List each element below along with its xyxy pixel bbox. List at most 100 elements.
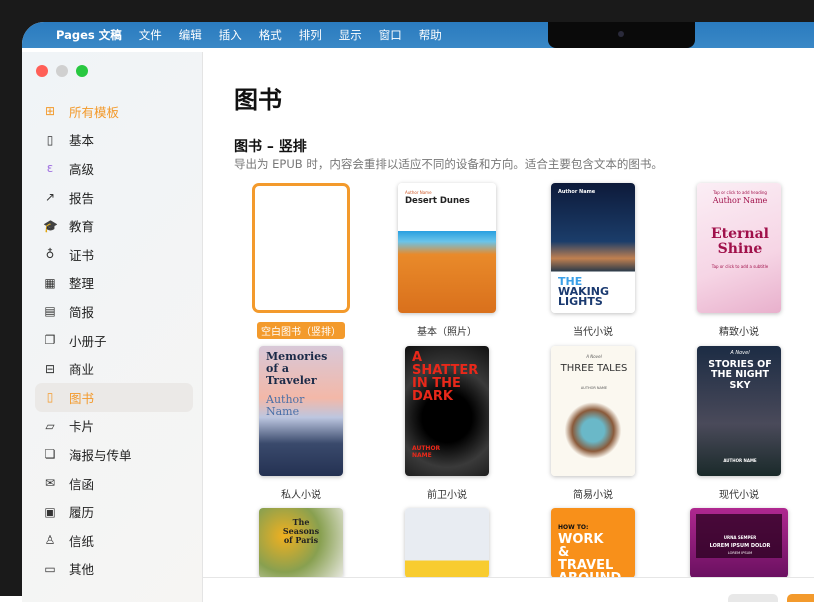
template-thumbnail[interactable]: Tap or click to add headingAuthor NameEt…	[697, 183, 781, 313]
bottom-bar	[203, 577, 814, 602]
menu-insert[interactable]: 插入	[219, 27, 242, 43]
template-item[interactable]: Memories of a TravelerAuthor Name私人小说	[231, 346, 371, 502]
template-thumbnail[interactable]	[405, 508, 489, 578]
template-thumbnail[interactable]: HOW TO:WORK & TRAVEL AROUND	[551, 508, 635, 578]
menu-arrange[interactable]: 排列	[299, 27, 322, 43]
card-icon: ▱	[43, 419, 57, 433]
sidebar-item-book[interactable]: ▯图书	[35, 383, 193, 412]
graduation-cap-icon: 🎓	[43, 219, 57, 233]
template-label: 前卫小说	[423, 485, 471, 502]
section-title: 图书 – 竖排	[234, 136, 307, 156]
template-thumbnail[interactable]	[252, 183, 350, 313]
menu-file[interactable]: 文件	[139, 27, 162, 43]
sidebar-item-label: 海报与传单	[69, 445, 132, 464]
cover-text: LOREM IPSUM DOLOR	[697, 544, 783, 550]
sidebar-item-poster[interactable]: ❏海报与传单	[35, 440, 193, 469]
cover-text: STORIES OF THE NIGHT SKY	[704, 360, 776, 391]
menu-view[interactable]: 显示	[339, 27, 362, 43]
template-label: 现代小说	[715, 485, 763, 502]
sidebar-item-chart-line[interactable]: ↗报告	[35, 183, 193, 212]
organizer-icon: ▦	[43, 276, 57, 290]
cancel-button[interactable]	[728, 594, 778, 602]
cover-text: A SHATTER IN THE DARK	[412, 351, 462, 403]
template-item[interactable]: Author NameTHEWAKINGLIGHTS 当代小说	[523, 183, 663, 339]
sidebar-item-advanced[interactable]: ε高级	[35, 154, 193, 183]
book-icon: ▯	[43, 390, 57, 404]
template-thumbnail[interactable]: A NovelTHREE TALESAUTHOR NAME	[551, 346, 635, 476]
sidebar-item-ribbon[interactable]: ♁ 证书	[35, 240, 193, 269]
cover-text: AUTHOR NAME	[704, 459, 776, 463]
cover-text: A Novel	[558, 355, 630, 359]
template-item[interactable]: Author NameDesert Dunes 基本（照片）	[377, 183, 517, 339]
menu-bar: Pages 文稿 文件 编辑 插入 格式 排列 显示 窗口 帮助	[22, 22, 814, 48]
cover-text: THREE TALES	[558, 363, 630, 374]
template-chooser-window: ⊞ 所有模板 ▯基本ε高级↗报告 🎓 教育 ♁ 证书 ▦整理▤简报❐小册子⊟商业▯图书 ▱ 卡片 ❏…	[22, 52, 814, 602]
menu-help[interactable]: 帮助	[419, 27, 442, 43]
resume-icon: ▣	[43, 505, 57, 519]
ribbon-icon: ♁	[43, 247, 57, 261]
template-item[interactable]: A SHATTER IN THE DARK AUTHOR NAME 前卫小说	[377, 346, 517, 502]
sidebar-item-envelope[interactable]: ✉ 信函	[35, 469, 193, 498]
sidebar-item-graduation-cap[interactable]: 🎓 教育	[35, 211, 193, 240]
envelope-icon: ✉	[43, 476, 57, 490]
briefcase-icon: ⊟	[43, 362, 57, 376]
sidebar-item-brochure[interactable]: ❐小册子	[35, 326, 193, 355]
sidebar-item-label: 信函	[69, 474, 94, 493]
template-thumbnail[interactable]: Author NameTHEWAKINGLIGHTS	[551, 183, 635, 313]
cover-text: Tap or click to add a subtitle	[704, 265, 776, 269]
menu-edit[interactable]: 编辑	[179, 27, 202, 43]
template-thumbnail[interactable]: The Seasons of Paris	[259, 508, 343, 578]
template-item[interactable]: A NovelSTORIES OF THE NIGHT SKYAUTHOR NA…	[669, 346, 809, 502]
template-label: 当代小说	[569, 322, 617, 339]
sidebar-item-label: 信纸	[69, 531, 94, 550]
sidebar-item-newsletter[interactable]: ▤简报	[35, 297, 193, 326]
template-thumbnail[interactable]: Author NameDesert Dunes	[398, 183, 496, 313]
cover-text: Author Name	[558, 190, 630, 196]
template-item[interactable]: HOW TO:WORK & TRAVEL AROUND	[523, 508, 663, 578]
sidebar-item-organizer[interactable]: ▦整理	[35, 269, 193, 298]
sidebar-item-label: 卡片	[69, 416, 94, 435]
sidebar-item-grid[interactable]: ⊞ 所有模板	[35, 97, 193, 126]
sidebar-item-label: 所有模板	[69, 102, 119, 121]
template-thumbnail[interactable]: Memories of a TravelerAuthor Name	[259, 346, 343, 476]
template-label: 基本（照片）	[413, 322, 481, 339]
camera-notch	[548, 22, 695, 48]
sidebar-item-label: 小册子	[69, 331, 107, 350]
cover-text: AUTHOR NAME	[412, 446, 442, 459]
close-button[interactable]	[36, 65, 48, 77]
other-icon: ▭	[43, 562, 57, 576]
create-button[interactable]	[787, 594, 814, 602]
template-item[interactable]: Tap or click to add headingAuthor NameEt…	[669, 183, 809, 339]
zoom-button[interactable]	[76, 65, 88, 77]
menu-format[interactable]: 格式	[259, 27, 282, 43]
sidebar-item-label: 其他	[69, 559, 94, 578]
sidebar-item-briefcase[interactable]: ⊟商业	[35, 354, 193, 383]
sidebar-item-other[interactable]: ▭ 其他	[35, 555, 193, 584]
sidebar-item-label: 证书	[69, 245, 94, 264]
cover-text: LOREM IPSUM	[697, 552, 783, 556]
sidebar-item-stamp[interactable]: ♙ 信纸	[35, 526, 193, 555]
sidebar: ⊞ 所有模板 ▯基本ε高级↗报告 🎓 教育 ♁ 证书 ▦整理▤简报❐小册子⊟商业▯图书 ▱ 卡片 ❏…	[22, 52, 203, 602]
template-item[interactable]: 空白图书（竖排）	[231, 183, 371, 339]
sidebar-item-card[interactable]: ▱ 卡片	[35, 412, 193, 441]
stamp-icon: ♙	[43, 533, 57, 547]
template-item[interactable]: The Seasons of Paris	[231, 508, 371, 578]
template-item[interactable]: A NovelTHREE TALESAUTHOR NAME简易小说	[523, 346, 663, 502]
minimize-button[interactable]	[56, 65, 68, 77]
menu-window[interactable]: 窗口	[379, 27, 402, 43]
template-thumbnail[interactable]: A SHATTER IN THE DARK AUTHOR NAME	[405, 346, 489, 476]
sidebar-item-label: 教育	[69, 216, 94, 235]
template-thumbnail[interactable]: A NovelSTORIES OF THE NIGHT SKYAUTHOR NA…	[697, 346, 781, 476]
sidebar-item-document[interactable]: ▯基本	[35, 126, 193, 155]
sidebar-item-resume[interactable]: ▣履历	[35, 497, 193, 526]
cover-text: Author Name	[266, 394, 316, 418]
cover-text: LIGHTS	[558, 296, 630, 308]
sidebar-item-label: 简报	[69, 302, 94, 321]
grid-icon: ⊞	[43, 104, 57, 118]
template-item[interactable]: URNA SEMPERLOREM IPSUM DOLORLOREM IPSUM	[669, 508, 809, 578]
screen: Pages 文稿 文件 编辑 插入 格式 排列 显示 窗口 帮助 ⊞所有模板▯基…	[22, 22, 814, 602]
sidebar-item-label: 高级	[69, 159, 94, 178]
menu-pages[interactable]: Pages 文稿	[56, 27, 122, 43]
template-thumbnail[interactable]: URNA SEMPERLOREM IPSUM DOLORLOREM IPSUM	[690, 508, 788, 578]
template-item[interactable]	[377, 508, 517, 578]
